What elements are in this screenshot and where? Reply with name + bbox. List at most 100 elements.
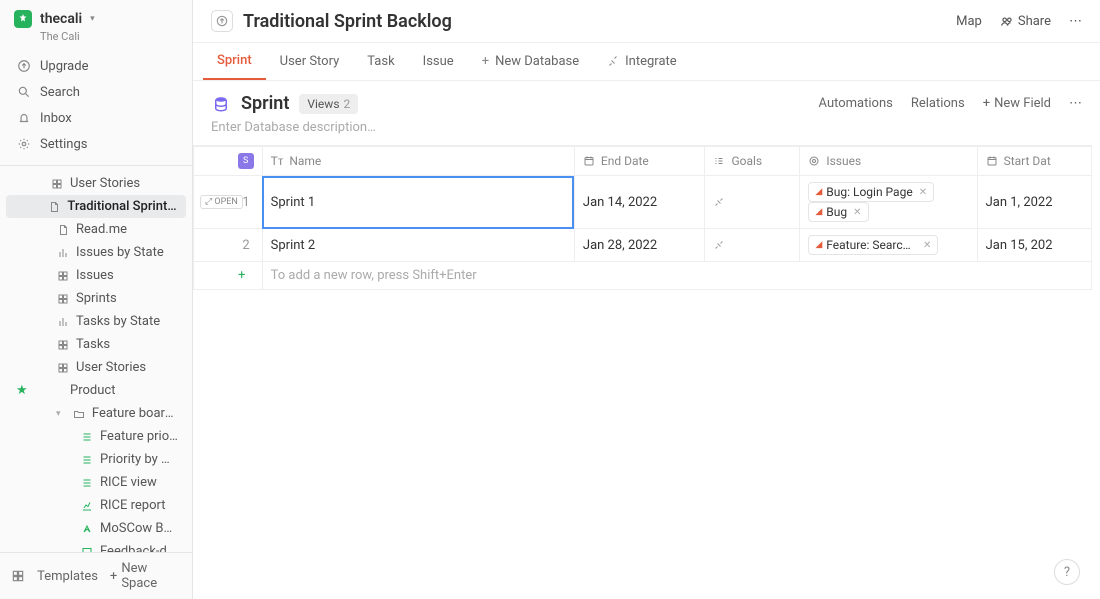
nav-label: Feature prioritiza… [100, 429, 178, 444]
sidebar-item-user-stories[interactable]: User Stories [6, 356, 186, 379]
upgrade-button[interactable]: Upgrade [8, 53, 184, 79]
remove-chip-icon[interactable]: ✕ [923, 240, 931, 251]
goals-cell[interactable] [705, 229, 800, 262]
triangle-icon: ◢ [815, 187, 822, 197]
link-icon [713, 239, 791, 251]
settings-button[interactable]: Settings [8, 131, 184, 157]
issue-chip[interactable]: ◢Bug: Login Page✕ [808, 182, 934, 202]
sidebar-item-sprints[interactable]: Sprints [6, 287, 186, 310]
integrate-icon [607, 56, 619, 68]
name-cell[interactable]: Sprint 1 [262, 176, 574, 229]
automations-button[interactable]: Automations [819, 96, 893, 111]
table-row[interactable]: ⤢ OPEN1Sprint 1Jan 14, 2022◢Bug: Login P… [194, 176, 1092, 229]
column-name[interactable]: TᴛName [262, 147, 574, 176]
goals-cell[interactable] [705, 176, 800, 229]
workspace-header[interactable]: thecali ▾ The Cali [0, 0, 192, 49]
nav-label: User Stories [76, 360, 146, 375]
sidebar-item-read-me[interactable]: Read.me [6, 218, 186, 241]
nav-label: Tasks by State [76, 314, 160, 329]
sidebar-item-priority-by-drivers[interactable]: Priority by Drivers [6, 448, 186, 471]
issues-cell[interactable]: ◢Bug: Login Page✕◢Bug✕ [800, 176, 977, 229]
tabs: Sprint User Story Task Issue + New Datab… [193, 43, 1100, 81]
upgrade-label: Upgrade [40, 59, 88, 74]
name-cell[interactable]: Sprint 2 [262, 229, 574, 262]
end-date-cell[interactable]: Jan 14, 2022 [574, 176, 705, 229]
open-row-button[interactable]: ⤢ OPEN [200, 195, 243, 209]
more-icon[interactable]: ⋯ [1069, 96, 1082, 111]
share-label: Share [1018, 14, 1051, 29]
sidebar-item-traditional-sprint-backlog[interactable]: Traditional Sprint Backlog [6, 195, 186, 218]
new-field-button[interactable]: + New Field [983, 96, 1051, 111]
views-badge[interactable]: Views 2 [299, 94, 358, 114]
sidebar-item-tasks-by-state[interactable]: Tasks by State [6, 310, 186, 333]
page-icon[interactable] [211, 10, 233, 32]
tab-sprint[interactable]: Sprint [203, 43, 266, 80]
nav-label: RICE report [100, 498, 166, 513]
start-date-cell[interactable]: Jan 15, 202 [977, 229, 1091, 262]
database-description[interactable]: Enter Database description… [193, 118, 1100, 145]
column-start-date[interactable]: Start Dat [977, 147, 1091, 176]
map-button[interactable]: Map [956, 14, 982, 29]
plus-icon: + [110, 569, 117, 584]
issue-chip[interactable]: ◢Feature: Search Fu…✕ [808, 235, 938, 255]
issue-chip[interactable]: ◢Bug✕ [808, 202, 868, 222]
sidebar-item-moscow-board[interactable]: MoSCow Board [6, 517, 186, 540]
start-date-cell[interactable]: Jan 1, 2022 [977, 176, 1091, 229]
nav-icon [80, 522, 94, 536]
tab-issue[interactable]: Issue [409, 44, 468, 79]
sidebar-item-issues[interactable]: Issues [6, 264, 186, 287]
tab-user-story[interactable]: User Story [266, 44, 354, 79]
new-space-button[interactable]: + New Space [110, 561, 182, 591]
column-rownum: S [194, 147, 263, 176]
sidebar-item-user-stories[interactable]: User Stories [6, 172, 186, 195]
column-goals[interactable]: Goals [705, 147, 800, 176]
tab-new-database[interactable]: + New Database [468, 44, 593, 79]
sidebar-item-feature-boards[interactable]: ▾Feature boards [6, 402, 186, 425]
nav-icon [56, 315, 70, 329]
divider [0, 165, 192, 166]
upgrade-icon [16, 58, 32, 74]
column-issues[interactable]: Issues [800, 147, 977, 176]
help-button[interactable]: ? [1054, 559, 1080, 585]
nav-icon [80, 430, 94, 444]
nav-label: Traditional Sprint Backlog [67, 199, 178, 214]
sidebar-item-product[interactable]: ★Product [6, 379, 186, 402]
search-label: Search [40, 85, 80, 100]
issues-cell[interactable]: ◢Feature: Search Fu…✕ [800, 229, 977, 262]
share-button[interactable]: Share [1000, 14, 1051, 29]
inbox-button[interactable]: Inbox [8, 105, 184, 131]
workspace-logo [14, 10, 32, 28]
tab-integrate[interactable]: Integrate [593, 44, 691, 79]
end-date-cell[interactable]: Jan 28, 2022 [574, 229, 705, 262]
table-header-row: S TᴛName End Date Goals Issues Start Dat [194, 147, 1092, 176]
bell-icon [16, 110, 32, 126]
nav-icon [80, 453, 94, 467]
remove-chip-icon[interactable]: ✕ [919, 187, 927, 198]
nav-label: Issues by State [76, 245, 164, 260]
sidebar-item-feature-prioritiza[interactable]: Feature prioritiza… [6, 425, 186, 448]
tab-task[interactable]: Task [353, 44, 408, 79]
chevron-icon: ▾ [56, 409, 66, 419]
sidebar-item-rice-view[interactable]: RICE view [6, 471, 186, 494]
search-button[interactable]: Search [8, 79, 184, 105]
nav-label: Read.me [76, 222, 127, 237]
sidebar: thecali ▾ The Cali Upgrade Search Inbox … [0, 0, 193, 599]
column-end-date[interactable]: End Date [574, 147, 705, 176]
sidebar-item-feedback-driven[interactable]: Feedback-driven … [6, 540, 186, 552]
relations-button[interactable]: Relations [911, 96, 965, 111]
sidebar-item-tasks[interactable]: Tasks [6, 333, 186, 356]
tab-new-database-label: New Database [495, 54, 579, 69]
add-row[interactable]: +To add a new row, press Shift+Enter [194, 262, 1092, 290]
remove-chip-icon[interactable]: ✕ [853, 207, 861, 218]
select-all-icon[interactable]: S [238, 153, 254, 169]
more-icon[interactable]: ⋯ [1069, 14, 1082, 29]
table-row[interactable]: 2Sprint 2Jan 28, 2022◢Feature: Search Fu… [194, 229, 1092, 262]
sidebar-item-rice-report[interactable]: RICE report [6, 494, 186, 517]
nav-label: Product [70, 383, 115, 398]
link-icon [713, 196, 791, 208]
sidebar-item-issues-by-state[interactable]: Issues by State [6, 241, 186, 264]
templates-button[interactable]: Templates [37, 569, 98, 584]
add-row-hint: To add a new row, press Shift+Enter [262, 262, 1091, 290]
calendar-icon [986, 155, 998, 167]
views-label: Views [307, 97, 339, 111]
